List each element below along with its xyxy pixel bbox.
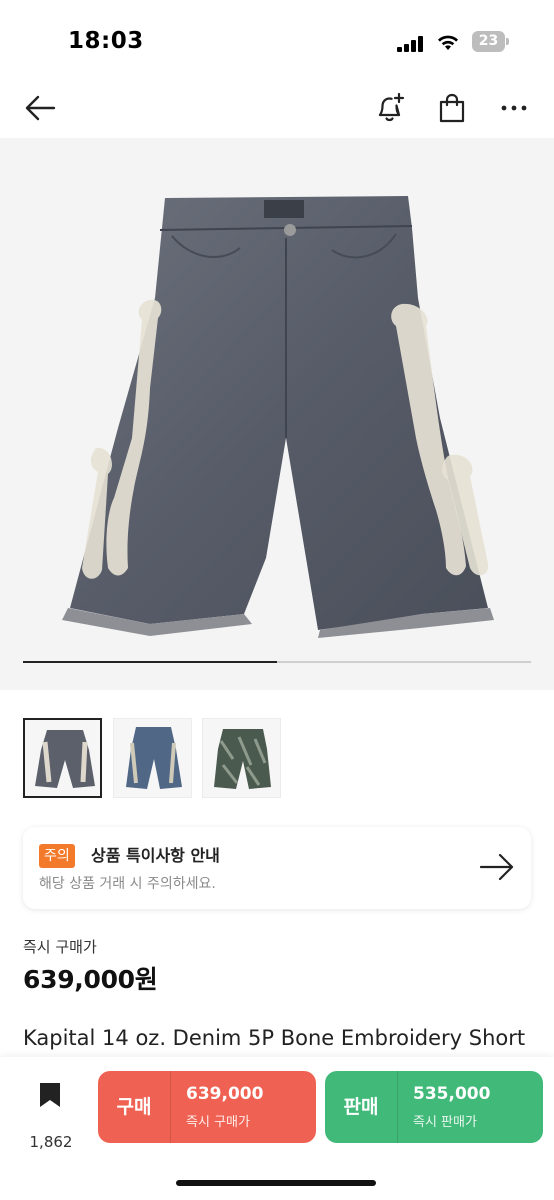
thumbnail-2[interactable] — [113, 718, 192, 798]
battery-level: 23 — [478, 33, 499, 49]
caution-badge: 주의 — [39, 844, 75, 868]
home-indicator — [176, 1180, 376, 1186]
thumbnail-image-1 — [35, 730, 95, 788]
instant-buy-price-label: 즉시 구매가 — [23, 938, 97, 956]
more-options-button[interactable] — [494, 88, 534, 128]
instant-buy-price: 639,000원 — [23, 965, 158, 994]
product-notice-card[interactable]: 주의 상품 특이사항 안내 해당 상품 거래 시 주의하세요. — [23, 827, 531, 909]
notice-subtitle: 해당 상품 거래 시 주의하세요. — [39, 876, 216, 892]
carousel-progress-track — [23, 661, 531, 663]
buy-price: 639,000 — [186, 1084, 264, 1104]
thumbnail-3[interactable] — [202, 718, 281, 798]
thumbnail-image-3 — [214, 729, 271, 789]
buy-label: 구매 — [116, 1096, 152, 1118]
bottom-action-bar: 1,862 구매 639,000 즉시 구매가 판매 535,000 즉시 판매… — [0, 1057, 554, 1200]
notification-add-button[interactable] — [370, 88, 410, 128]
shopping-bag-icon — [439, 93, 465, 123]
buy-divider — [170, 1071, 171, 1143]
sell-label: 판매 — [343, 1096, 379, 1118]
back-button[interactable] — [20, 88, 60, 128]
wifi-icon — [438, 35, 458, 50]
sell-button[interactable]: 판매 535,000 즉시 판매가 — [325, 1071, 543, 1143]
bookmark-icon — [40, 1083, 60, 1107]
product-image-carousel[interactable] — [0, 138, 554, 690]
thumbnail-1[interactable] — [23, 718, 102, 798]
arrow-left-icon — [25, 95, 56, 121]
bookmark-count: 1,862 — [29, 1133, 73, 1151]
thumbnail-strip — [23, 718, 543, 800]
bookmark-button[interactable]: 1,862 — [20, 1079, 80, 1151]
carousel-progress-fill — [23, 661, 277, 663]
shopping-bag-button[interactable] — [432, 88, 472, 128]
arrow-right-icon — [479, 853, 514, 881]
signal-icon — [397, 36, 423, 52]
status-bar: 18:03 23 — [0, 0, 554, 80]
thumbnail-image-2 — [126, 727, 182, 789]
product-main-image — [62, 196, 494, 638]
product-name: Kapital 14 oz. Denim 5P Bone Embroidery … — [23, 1026, 526, 1050]
status-time: 18:03 — [68, 28, 144, 54]
sell-price: 535,000 — [413, 1084, 491, 1104]
battery-indicator: 23 — [472, 31, 510, 52]
sell-sublabel: 즉시 판매가 — [413, 1115, 477, 1130]
more-horizontal-icon — [501, 105, 527, 111]
buy-sublabel: 즉시 구매가 — [186, 1115, 250, 1130]
bell-plus-icon — [378, 92, 405, 122]
navigation-bar — [0, 80, 554, 138]
buy-button[interactable]: 구매 639,000 즉시 구매가 — [98, 1071, 316, 1143]
sell-divider — [397, 1071, 398, 1143]
notice-title: 상품 특이사항 안내 — [91, 846, 220, 865]
